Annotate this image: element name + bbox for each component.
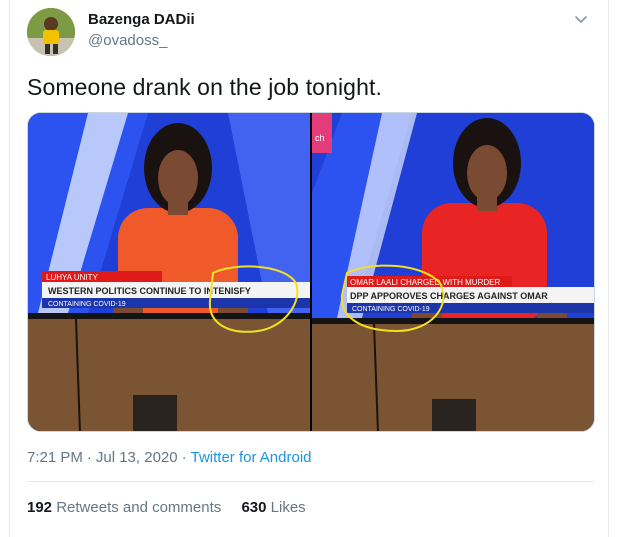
tweet-media[interactable]: LUHYA UNITY WESTERN POLITICS CONTINUE TO… — [27, 112, 595, 432]
user-display-name[interactable]: Bazenga DADii — [88, 11, 195, 28]
right-corner-logo: ch — [315, 133, 325, 143]
tweet-date[interactable]: Jul 13, 2020 — [96, 449, 178, 466]
chevron-down-icon[interactable] — [572, 10, 590, 28]
likes-count: 630 — [241, 499, 267, 516]
retweets-stat[interactable]: 192 Retweets and comments — [27, 499, 221, 516]
right-ticker: CONTAINING COVID-19 — [352, 306, 430, 313]
photo-right[interactable]: ch OMAR LAALI CHARGED WITH MURDER DPP AP… — [312, 113, 594, 431]
right-lower-third-tag: OMAR LAALI CHARGED WITH MURDER — [350, 278, 500, 287]
left-ticker: CONTAINING COVID-19 — [48, 301, 126, 308]
user-handle[interactable]: @ovadoss_ — [88, 32, 167, 49]
tweet-meta: 7:21 PM · Jul 13, 2020 · Twitter for Android — [27, 449, 312, 466]
left-lower-third-tag: LUHYA UNITY — [46, 273, 99, 282]
photo-left[interactable]: LUHYA UNITY WESTERN POLITICS CONTINUE TO… — [28, 113, 310, 431]
retweets-count: 192 — [27, 499, 53, 516]
meta-separator: · — [181, 449, 187, 466]
right-headline: DPP APPOROVES CHARGES AGAINST OMAR — [350, 291, 548, 301]
likes-stat[interactable]: 630 Likes — [241, 499, 305, 516]
tweet-source-link[interactable]: Twitter for Android — [191, 449, 312, 466]
retweets-label: Retweets and comments — [56, 499, 222, 516]
meta-separator: · — [86, 449, 92, 466]
tweet-text: Someone drank on the job tonight. — [27, 74, 382, 100]
tweet-time[interactable]: 7:21 PM — [27, 449, 83, 466]
divider — [27, 481, 595, 482]
likes-label: Likes — [270, 499, 306, 516]
left-headline: WESTERN POLITICS CONTINUE TO INTENISFY — [48, 286, 251, 296]
tweet-stats: 192 Retweets and comments 630 Likes — [27, 499, 322, 516]
avatar[interactable] — [27, 8, 75, 56]
tweet-card: Bazenga DADii @ovadoss_ Someone drank on… — [9, 0, 609, 537]
